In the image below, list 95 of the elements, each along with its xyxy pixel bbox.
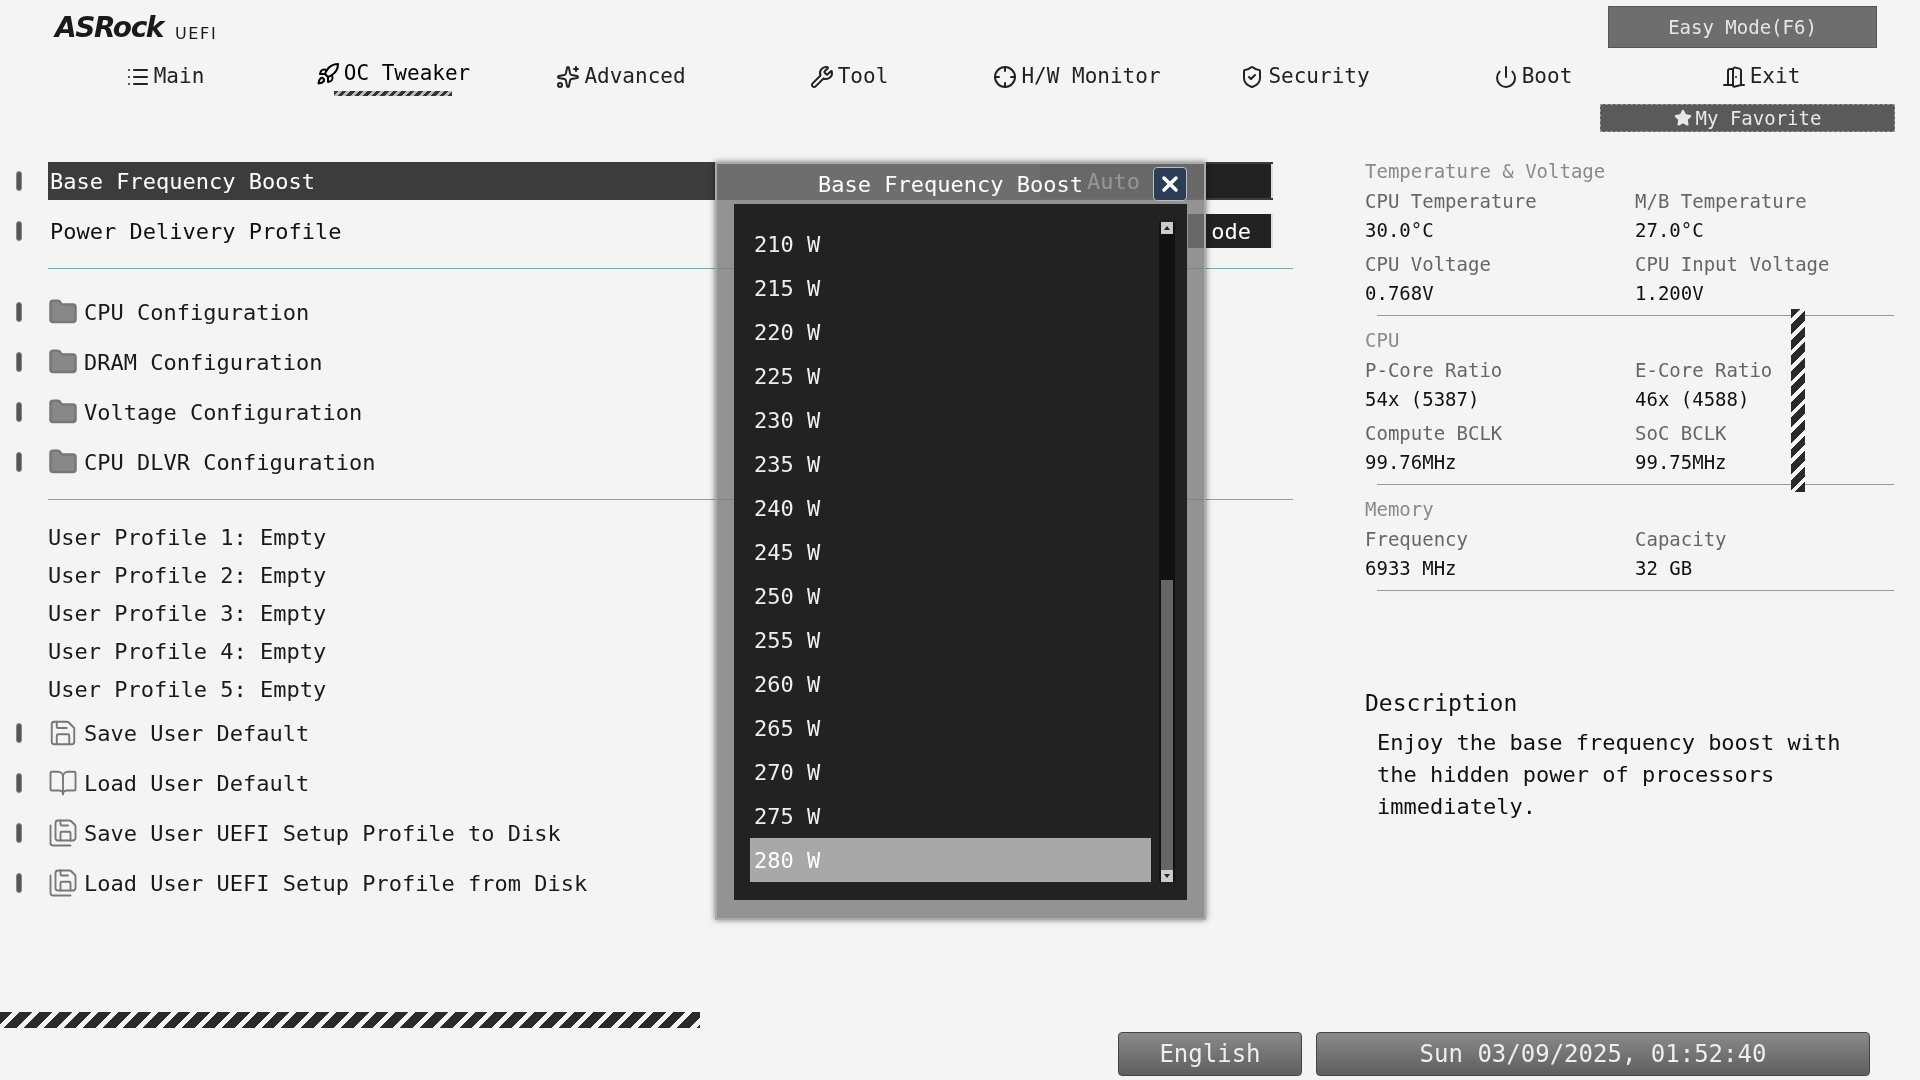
row-marker: [16, 823, 22, 843]
row-marker: [16, 171, 22, 191]
profile-action-item[interactable]: Save User UEFI Setup Profile to Disk: [84, 816, 561, 850]
section-title: Memory: [1365, 497, 1435, 522]
monitor-value: 0.768V: [1365, 280, 1435, 306]
option-item[interactable]: 260 W: [750, 662, 1151, 706]
monitor-value: 27.0°C: [1635, 217, 1705, 243]
submenu-item[interactable]: Voltage Configuration: [84, 395, 363, 429]
option-item[interactable]: 245 W: [750, 530, 1151, 574]
row-marker: [16, 302, 22, 322]
hazard-stripe-icon: [1791, 309, 1805, 492]
description-text: Enjoy the base frequency boost with the hidden power of processors immediately.: [1376, 728, 1842, 821]
section-title: Temperature & Voltage: [1365, 159, 1607, 184]
menu-tab[interactable]: Exit: [1721, 61, 1801, 93]
user-profile-item[interactable]: User Profile 5: Empty: [48, 672, 327, 706]
menu-tab[interactable]: Security: [1240, 61, 1370, 93]
power-icon: [1493, 65, 1518, 89]
row-marker: [16, 352, 22, 372]
option-item[interactable]: 210 W: [750, 222, 1151, 266]
monitor-value: 6933 MHz: [1365, 555, 1458, 581]
crosshair-icon: [993, 65, 1018, 89]
option-item[interactable]: 220 W: [750, 310, 1151, 354]
option-item[interactable]: 255 W: [750, 618, 1151, 662]
user-profile-item[interactable]: User Profile 4: Empty: [48, 634, 327, 668]
monitor-value: 30.0°C: [1365, 217, 1435, 243]
rocket-icon: [315, 61, 340, 86]
floppy-stack-icon: [48, 868, 78, 898]
user-profile-item[interactable]: User Profile 1: Empty: [48, 520, 327, 554]
monitor-label: E-Core Ratio: [1635, 358, 1774, 383]
date-time-display: Sun 03/09/2025, 01:52:40: [1316, 1032, 1870, 1076]
wrench-icon: [809, 65, 834, 89]
scrollbar[interactable]: [1159, 222, 1175, 882]
row-marker: [16, 452, 22, 472]
user-profile-item[interactable]: User Profile 3: Empty: [48, 596, 327, 630]
section-title: CPU: [1365, 328, 1401, 353]
setting-row[interactable]: Power Delivery Profile: [48, 212, 715, 250]
monitor-value: 1.200V: [1635, 280, 1705, 306]
menu-tab[interactable]: Main: [125, 61, 205, 93]
row-marker: [16, 221, 22, 241]
row-marker: [16, 723, 22, 743]
profile-action-item[interactable]: Save User Default: [84, 716, 310, 750]
option-item[interactable]: 265 W: [750, 706, 1151, 750]
floppy-stack-icon: [48, 818, 78, 848]
scroll-up-icon: [1161, 222, 1173, 234]
description-title: Description: [1365, 689, 1519, 718]
submenu-item[interactable]: CPU Configuration: [84, 295, 310, 329]
monitor-label: Capacity: [1635, 527, 1728, 552]
monitor-label: CPU Temperature: [1365, 189, 1538, 214]
door-icon: [1721, 65, 1746, 89]
monitor-label: M/B Temperature: [1635, 189, 1808, 214]
monitor-label: CPU Input Voltage: [1635, 252, 1831, 277]
submenu-item[interactable]: DRAM Configuration: [84, 345, 323, 379]
star-icon: [556, 65, 581, 89]
profile-action-item[interactable]: Load User Default: [84, 766, 310, 800]
row-marker: [16, 773, 22, 793]
monitor-value: 99.76MHz: [1365, 449, 1458, 475]
menu-tab[interactable]: H/W Monitor: [993, 61, 1161, 93]
option-item[interactable]: 230 W: [750, 398, 1151, 442]
menu-tab[interactable]: Advanced: [556, 61, 686, 93]
monitor-value: 99.75MHz: [1635, 449, 1728, 475]
brand-logo: ASRock: [55, 14, 164, 42]
monitor-label: CPU Voltage: [1365, 252, 1492, 277]
scrollbar-thumb[interactable]: [1161, 580, 1173, 870]
monitor-value: 46x (4588): [1635, 386, 1751, 412]
menu-tab[interactable]: Tool: [809, 61, 889, 93]
profile-action-item[interactable]: Load User UEFI Setup Profile from Disk: [84, 866, 588, 900]
monitor-label: SoC BCLK: [1635, 421, 1728, 446]
option-item[interactable]: 235 W: [750, 442, 1151, 486]
row-marker: [16, 402, 22, 422]
logo-suffix: UEFI: [175, 26, 218, 42]
submenu-item[interactable]: CPU DLVR Configuration: [84, 445, 376, 479]
menu-tab[interactable]: Boot: [1493, 61, 1573, 93]
row-marker: [16, 873, 22, 893]
star-icon: [1673, 109, 1692, 127]
menu-tab[interactable]: OC Tweaker: [315, 57, 471, 90]
scroll-down-icon: [1161, 870, 1173, 882]
monitor-value: 32 GB: [1635, 555, 1694, 581]
option-item[interactable]: 225 W: [750, 354, 1151, 398]
option-item[interactable]: 270 W: [750, 750, 1151, 794]
floppy-icon: [48, 718, 78, 748]
monitor-label: Compute BCLK: [1365, 421, 1504, 446]
user-profile-item[interactable]: User Profile 2: Empty: [48, 558, 327, 592]
option-item[interactable]: 240 W: [750, 486, 1151, 530]
monitor-label: P-Core Ratio: [1365, 358, 1504, 383]
dialog-title: Base Frequency Boost: [818, 170, 1083, 199]
book-icon: [48, 768, 78, 798]
monitor-label: Frequency: [1365, 527, 1469, 552]
option-item[interactable]: 275 W: [750, 794, 1151, 838]
easy-mode-button[interactable]: Easy Mode(F6): [1608, 6, 1877, 48]
my-favorite-button[interactable]: My Favorite: [1600, 104, 1895, 132]
language-button[interactable]: English: [1118, 1032, 1302, 1076]
option-item[interactable]: 250 W: [750, 574, 1151, 618]
option-item[interactable]: 215 W: [750, 266, 1151, 310]
monitor-value: 54x (5387): [1365, 386, 1481, 412]
close-button[interactable]: [1153, 167, 1187, 201]
